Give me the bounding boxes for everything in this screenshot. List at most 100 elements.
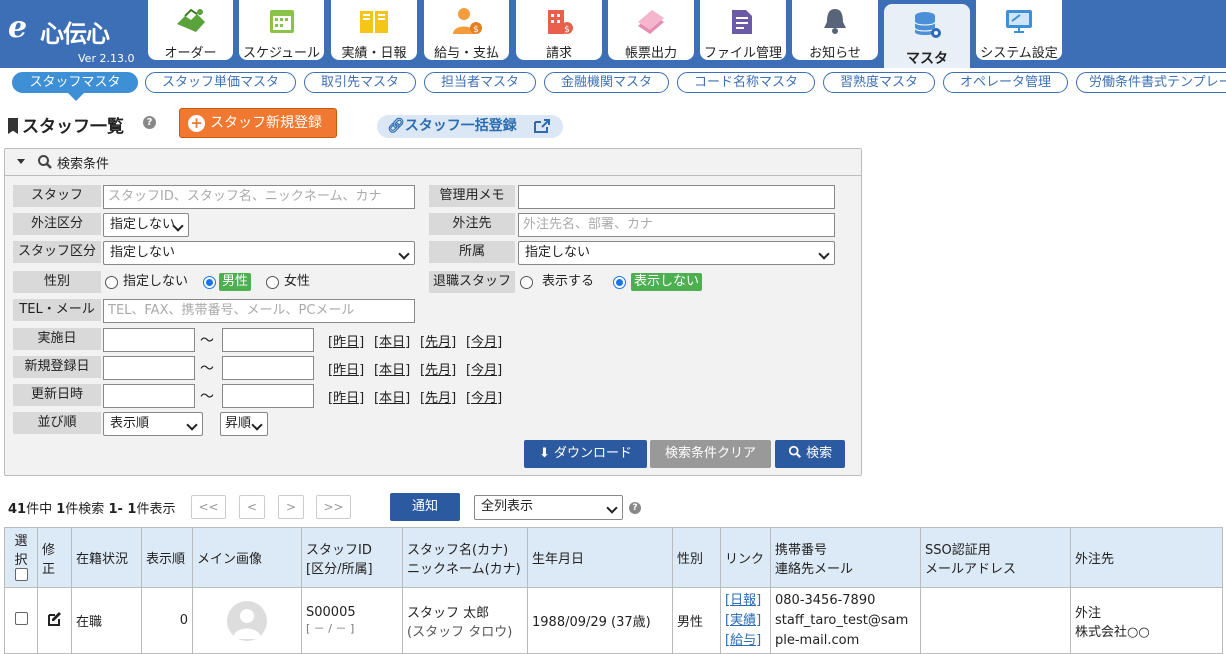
clear-conditions-button[interactable]: 検索条件クリア	[650, 440, 771, 468]
yesterday-link[interactable]: [昨日]	[328, 331, 364, 350]
staff-search-input[interactable]: スタッフID、スタッフ名、ニックネーム、カナ	[103, 185, 415, 209]
outsource-type-select[interactable]: 指定しない	[103, 213, 189, 237]
exec-date-from[interactable]	[103, 328, 195, 352]
order-select[interactable]: 昇順	[220, 412, 268, 436]
today-link[interactable]: [本日]	[374, 359, 410, 378]
active-subtab-pointer	[68, 93, 84, 101]
plus-icon: +	[188, 115, 205, 132]
today-link[interactable]: [本日]	[374, 331, 410, 350]
name-header: スタッフ名(カナ) ニックネーム(カナ)	[402, 527, 528, 588]
tab-results[interactable]: 実績・日報	[331, 0, 417, 61]
tab-label: ファイル管理	[703, 46, 782, 61]
new-staff-button[interactable]: + スタッフ新規登録	[179, 108, 337, 138]
tab-order[interactable]: オーダー	[148, 0, 233, 61]
report-link[interactable]: [日報]	[725, 593, 761, 608]
last-month-link[interactable]: [先月]	[420, 331, 456, 350]
select-all-checkbox[interactable]	[14, 568, 28, 581]
download-icon: ⬇︎	[538, 446, 550, 461]
next-page-button[interactable]: >	[278, 495, 304, 519]
yesterday-link[interactable]: [昨日]	[328, 359, 364, 378]
sort-select[interactable]: 表示順	[103, 412, 203, 436]
yesterday-link[interactable]: [昨日]	[328, 387, 364, 406]
staff-type-select[interactable]: 指定しない	[103, 241, 415, 265]
bulk-register-button[interactable]: 🔗︎スタッフ一括登録	[377, 115, 563, 138]
first-page-button[interactable]: <<	[191, 495, 226, 519]
affiliation-select[interactable]: 指定しない	[518, 241, 835, 265]
help-icon[interactable]: ?	[143, 116, 156, 129]
subtab-staff-rate-master[interactable]: スタッフ単価マスタ	[145, 72, 296, 93]
subtab-contact-master[interactable]: 担当者マスタ	[424, 72, 536, 93]
tab-forms[interactable]: 帳票出力	[608, 0, 694, 61]
help-icon[interactable]: ?	[629, 502, 641, 514]
created-date-to[interactable]	[222, 356, 314, 380]
tab-label: マスタ	[906, 51, 948, 67]
gender-option-label: 男性	[219, 273, 252, 291]
retired-radio-show[interactable]	[520, 276, 533, 289]
edit-icon[interactable]	[47, 611, 63, 627]
outsource-input[interactable]: 外注先名、部署、カナ	[518, 213, 835, 237]
tab-files[interactable]: ファイル管理	[700, 0, 786, 61]
subtab-code-name-master[interactable]: コード名称マスタ	[677, 72, 815, 93]
person-placeholder-icon	[233, 608, 261, 639]
subtab-bank-master[interactable]: 金融機関マスタ	[544, 72, 669, 93]
range-suffix: 件表示	[136, 502, 176, 517]
this-month-link[interactable]: [今月]	[466, 359, 502, 378]
subtab-client-master[interactable]: 取引先マスタ	[304, 72, 416, 93]
created-date-label: 新規登録日	[13, 356, 101, 378]
tab-schedule[interactable]: スケジュール	[239, 0, 324, 61]
this-month-link[interactable]: [今月]	[466, 387, 502, 406]
staff-kana: (スタッフ タロウ)	[407, 624, 513, 640]
results-link[interactable]: [実績]	[725, 613, 761, 628]
col-header-sub: ニックネーム(カナ)	[407, 561, 521, 577]
subtab-operator-admin[interactable]: オペレータ管理	[943, 72, 1068, 93]
retired-radio-hide[interactable]	[613, 276, 626, 289]
link-header: リンク	[720, 527, 771, 588]
staff-id: S00005	[306, 605, 356, 620]
tab-notices[interactable]: お知らせ	[792, 0, 878, 61]
created-date-from[interactable]	[103, 356, 195, 380]
subtab-skill-master[interactable]: 習熟度マスタ	[823, 72, 935, 93]
handshake-icon	[176, 8, 205, 32]
updated-date-to[interactable]	[222, 384, 314, 408]
gender-radio-female[interactable]	[266, 276, 279, 289]
updated-date-from[interactable]	[103, 384, 195, 408]
exec-date-to[interactable]	[222, 328, 314, 352]
search-button[interactable]: 検索	[775, 440, 845, 468]
app-logo[interactable]: e 心伝心 Ver 2.13.0	[6, 6, 142, 65]
updated-date-label: 更新日時	[13, 384, 101, 406]
svg-text:$: $	[473, 25, 479, 35]
search-icon	[788, 445, 801, 459]
last-month-link[interactable]: [先月]	[420, 359, 456, 378]
last-page-button[interactable]: >>	[316, 495, 351, 519]
search-conditions-panel: 検索条件 スタッフ スタッフID、スタッフ名、ニックネーム、カナ 管理用メモ 外…	[4, 148, 862, 476]
subtab-staff-master[interactable]: スタッフマスタ	[12, 72, 138, 93]
gender-radio-male[interactable]	[203, 276, 216, 289]
outsource-company: 株式会社○○	[1075, 624, 1150, 640]
memo-input[interactable]	[518, 185, 835, 209]
tab-master[interactable]: マスタ	[884, 4, 970, 72]
tab-billing[interactable]: $ 請求	[516, 0, 602, 61]
table-row[interactable]: 在職 0 S00005 [ － / － ] スタッフ 太郎 (スタッフ タロウ) 1…	[4, 587, 1223, 654]
payroll-link[interactable]: [給与]	[725, 633, 761, 648]
column-display-select[interactable]: 全列表示	[474, 495, 623, 520]
gender-radio-unspecified[interactable]	[105, 276, 118, 289]
external-link-icon	[534, 119, 550, 133]
download-button[interactable]: ⬇︎ ダウンロード	[524, 440, 647, 468]
contact-email: staff_taro_test@sample-mail.com	[775, 612, 909, 648]
total-suffix: 件中	[26, 502, 53, 517]
row-checkbox[interactable]	[14, 612, 28, 625]
search-conditions-header[interactable]: 検索条件	[5, 149, 861, 176]
tab-system-settings[interactable]: システム設定	[976, 0, 1062, 61]
last-month-link[interactable]: [先月]	[420, 387, 456, 406]
tel-mail-input[interactable]: TEL、FAX、携帯番号、メール、PCメール	[103, 299, 415, 323]
tab-label: 請求	[545, 46, 572, 61]
notify-button[interactable]: 通知	[390, 493, 460, 521]
prev-page-button[interactable]: <	[239, 495, 265, 519]
new-staff-label: スタッフ新規登録	[210, 115, 322, 131]
subtab-labor-template[interactable]: 労働条件書式テンプレー	[1076, 72, 1226, 93]
range-count: 1- 1	[108, 502, 137, 517]
this-month-link[interactable]: [今月]	[466, 331, 502, 350]
today-link[interactable]: [本日]	[374, 387, 410, 406]
staff-id-header: スタッフID [区分/所属]	[301, 527, 403, 588]
tab-payroll[interactable]: $ 給与・支払	[424, 0, 509, 61]
